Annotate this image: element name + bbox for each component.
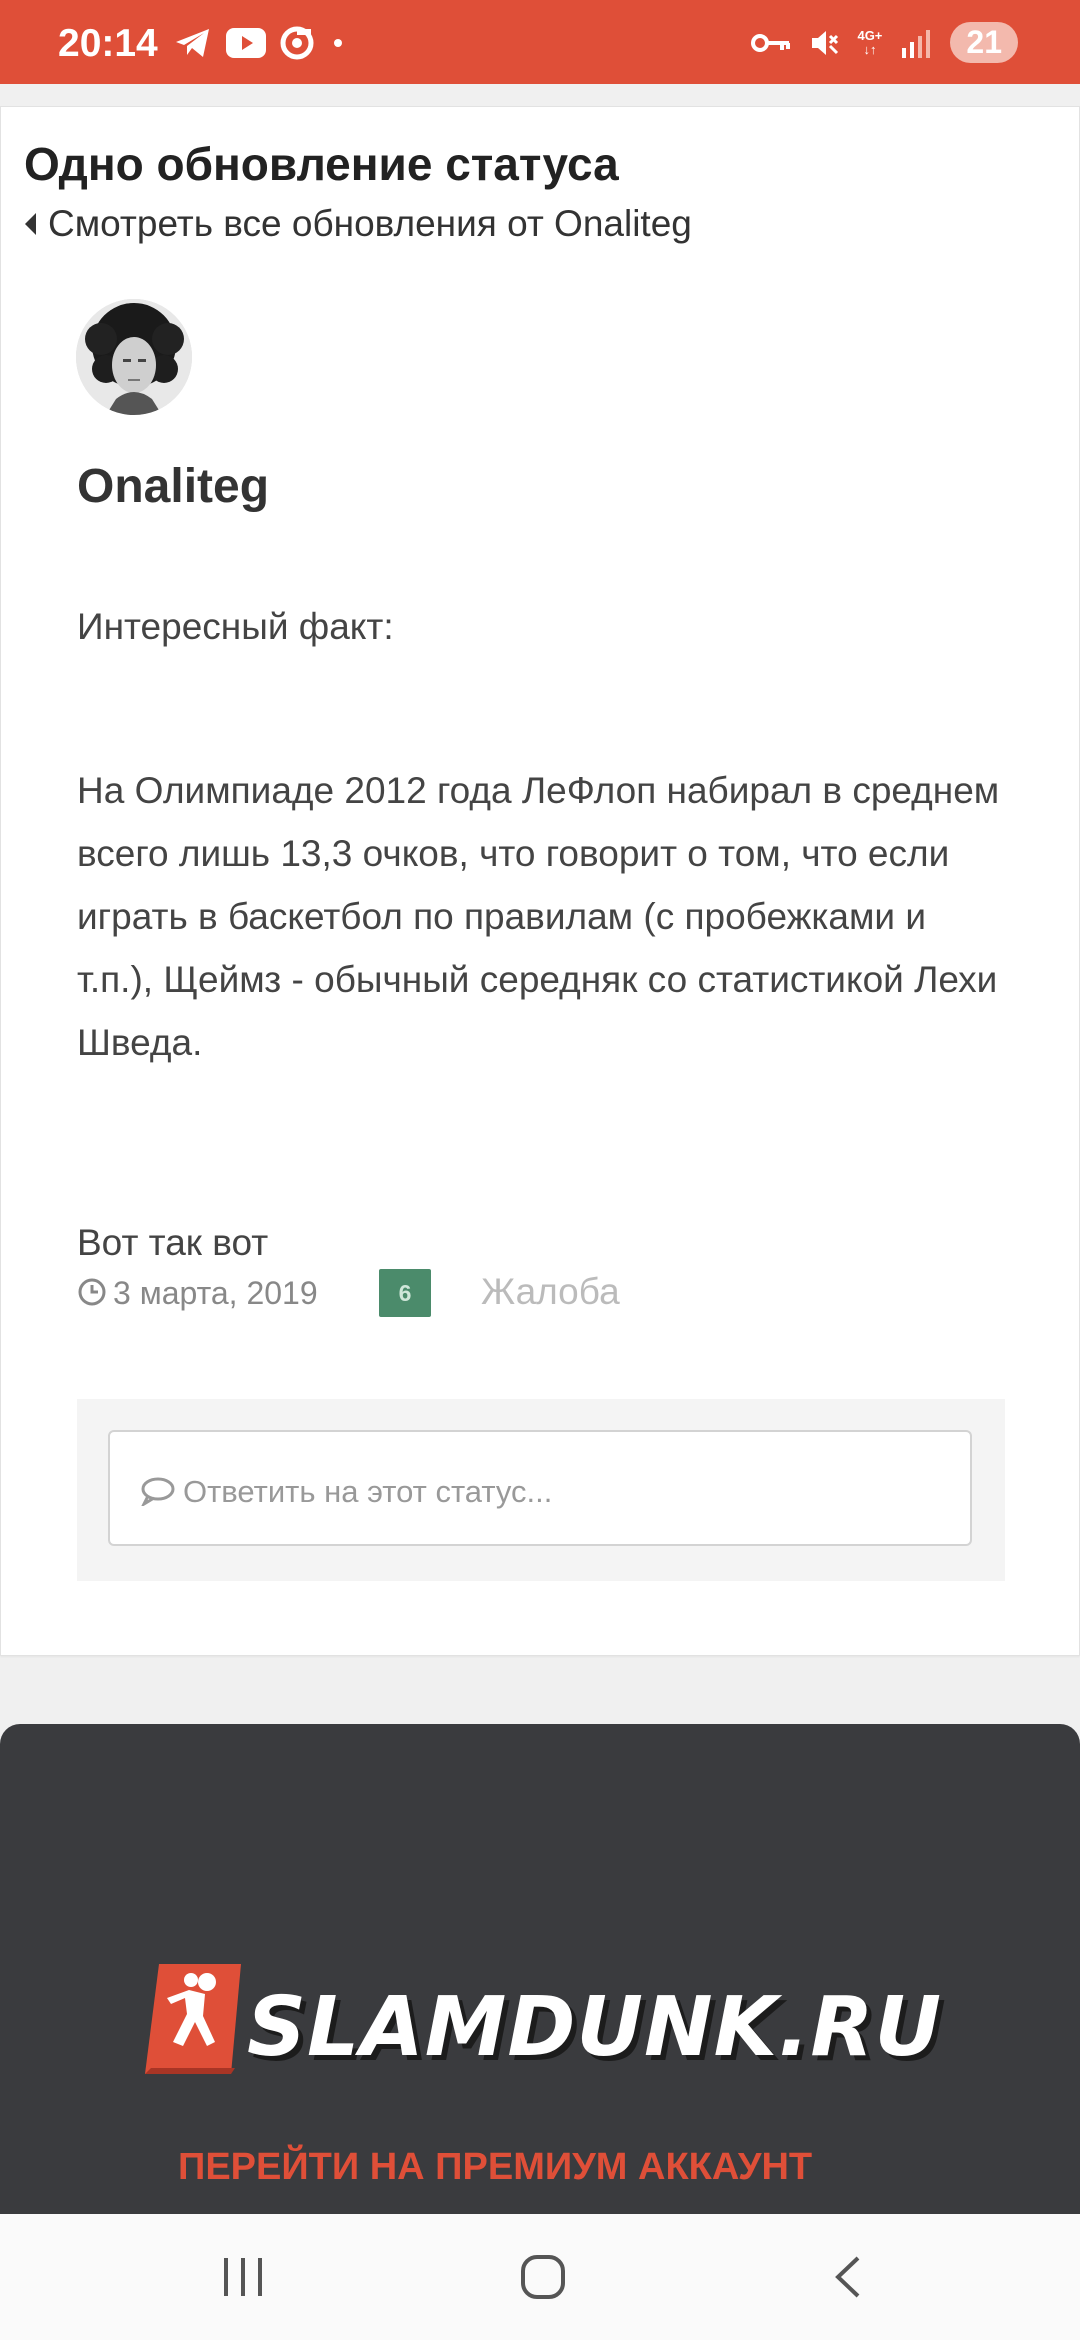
back-button[interactable] (826, 2254, 872, 2300)
status-date[interactable]: 3 марта, 2019 (113, 1275, 318, 1312)
avatar[interactable] (76, 299, 192, 415)
status-bar: 20:14 4G+ ↓↑ 21 (0, 0, 1080, 84)
view-all-updates-link[interactable]: Смотреть все обновления от Onaliteg (25, 203, 692, 245)
reply-placeholder: Ответить на этот статус... (183, 1474, 553, 1509)
slamdunk-logo[interactable]: SLAMDUNK.RU (145, 1964, 941, 2079)
notification-icons (174, 26, 348, 60)
logo-text: SLAMDUNK.RU (247, 1980, 943, 2075)
page-title: Одно обновление статуса (24, 138, 619, 190)
battery-indicator: 21 (950, 22, 1018, 63)
home-button[interactable] (520, 2254, 566, 2300)
status-paragraph: Интересный факт: (77, 606, 394, 647)
dot-icon (334, 39, 342, 47)
clock-icon (78, 1278, 106, 1306)
app-icon (280, 26, 314, 60)
comment-icon (141, 1477, 175, 1506)
system-icons: 4G+ ↓↑ 21 (751, 22, 1018, 63)
recent-apps-button[interactable] (220, 2254, 266, 2300)
network-4g-icon: 4G+ ↓↑ (857, 27, 883, 57)
caret-left-icon (25, 213, 36, 235)
youtube-icon (226, 28, 266, 58)
status-paragraph: На Олимпиаде 2012 года ЛеФлоп набирал в … (77, 770, 1000, 1063)
mute-icon (812, 30, 839, 55)
report-link[interactable]: Жалоба (481, 1271, 620, 1313)
status-paragraph: Вот так вот (77, 1222, 269, 1263)
status-card: Одно обновление статуса Смотреть все обн… (0, 106, 1080, 1656)
basketball-player-icon (145, 1964, 241, 2074)
reply-section: Ответить на этот статус... (77, 1399, 1005, 1581)
clock-time: 20:14 (58, 22, 158, 65)
view-all-updates-label: Смотреть все обновления от Onaliteg (48, 203, 692, 244)
telegram-icon (176, 29, 209, 57)
avatar-image (76, 299, 192, 415)
signal-icon (902, 29, 931, 58)
reputation-badge[interactable]: 6 (379, 1269, 431, 1317)
vpn-key-icon (751, 33, 791, 52)
reply-input[interactable]: Ответить на этот статус... (108, 1430, 972, 1546)
system-navigation-bar (0, 2214, 1080, 2340)
premium-account-link[interactable]: ПЕРЕЙТИ НА ПРЕМИУМ АККАУНТ (178, 2146, 812, 2189)
author-name[interactable]: Onaliteg (77, 459, 269, 514)
